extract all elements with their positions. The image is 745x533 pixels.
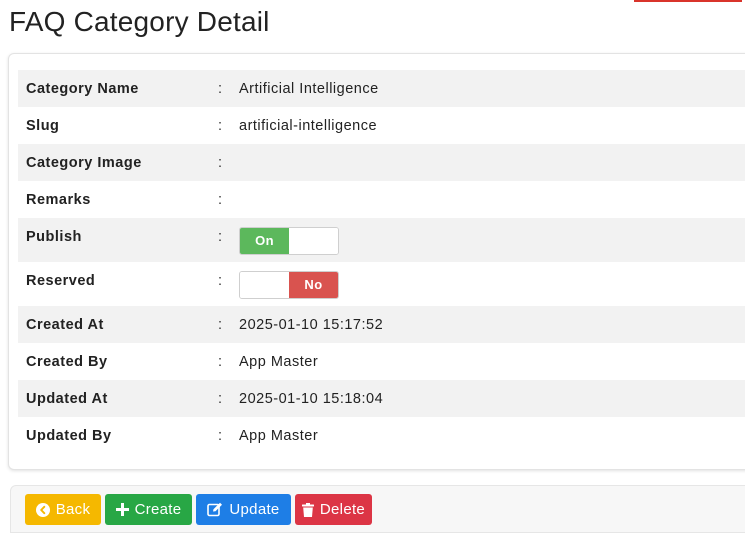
slug-label: Slug bbox=[26, 117, 60, 134]
update-button-label: Update bbox=[229, 501, 280, 518]
separator: : bbox=[218, 273, 223, 289]
updated-by-label: Updated By bbox=[26, 427, 112, 444]
slug-value: artificial-intelligence bbox=[239, 117, 378, 134]
category-name-value: Artificial Intelligence bbox=[239, 80, 379, 97]
created-by-value: App Master bbox=[239, 353, 319, 370]
publish-toggle-on: On bbox=[240, 227, 289, 254]
category-name-label: Category Name bbox=[26, 80, 139, 97]
separator: : bbox=[218, 229, 223, 245]
separator: : bbox=[218, 427, 223, 444]
detail-row-category-name: Category Name : Artificial Intelligence bbox=[18, 70, 745, 107]
detail-list: Category Name : Artificial Intelligence … bbox=[18, 70, 745, 454]
detail-card: Category Name : Artificial Intelligence … bbox=[8, 53, 745, 470]
separator: : bbox=[218, 316, 223, 333]
detail-row-remarks: Remarks : bbox=[18, 181, 745, 218]
separator: : bbox=[218, 117, 223, 134]
detail-row-reserved: Reserved : No bbox=[18, 262, 745, 306]
separator: : bbox=[218, 353, 223, 370]
detail-row-updated-by: Updated By : App Master bbox=[18, 417, 745, 454]
created-at-label: Created At bbox=[26, 316, 104, 333]
publish-toggle[interactable]: On bbox=[239, 226, 339, 255]
delete-button-label: Delete bbox=[319, 501, 366, 518]
edit-icon bbox=[207, 502, 223, 517]
detail-row-publish: Publish : On bbox=[18, 218, 745, 262]
separator: : bbox=[218, 390, 223, 407]
page-title: FAQ Category Detail bbox=[9, 6, 270, 37]
plus-icon bbox=[115, 503, 129, 516]
update-button[interactable]: Update bbox=[196, 494, 291, 525]
reserved-toggle-on-side bbox=[240, 271, 289, 298]
create-button-label: Create bbox=[134, 501, 182, 518]
updated-at-label: Updated At bbox=[26, 390, 108, 407]
back-button[interactable]: Back bbox=[25, 494, 101, 525]
delete-button[interactable]: Delete bbox=[295, 494, 372, 525]
remarks-label: Remarks bbox=[26, 191, 91, 208]
detail-row-updated-at: Updated At : 2025-01-10 15:18:04 bbox=[18, 380, 745, 417]
updated-by-value: App Master bbox=[239, 427, 319, 444]
category-image-label: Category Image bbox=[26, 154, 142, 171]
detail-row-created-by: Created By : App Master bbox=[18, 343, 745, 380]
action-bar: Back Create Update Delete bbox=[10, 485, 745, 533]
publish-toggle-off-side bbox=[289, 227, 338, 254]
reserved-toggle-no: No bbox=[289, 271, 338, 298]
detail-row-slug: Slug : artificial-intelligence bbox=[18, 107, 745, 144]
created-at-value: 2025-01-10 15:17:52 bbox=[239, 316, 384, 333]
back-button-label: Back bbox=[55, 501, 91, 518]
top-accent-bar bbox=[634, 0, 742, 2]
chevron-circle-left-icon bbox=[35, 502, 50, 517]
created-by-label: Created By bbox=[26, 353, 108, 370]
separator: : bbox=[218, 191, 223, 208]
detail-row-created-at: Created At : 2025-01-10 15:17:52 bbox=[18, 306, 745, 343]
separator: : bbox=[218, 154, 223, 171]
create-button[interactable]: Create bbox=[105, 494, 192, 525]
reserved-label: Reserved bbox=[26, 273, 96, 289]
updated-at-value: 2025-01-10 15:18:04 bbox=[239, 390, 384, 407]
reserved-toggle[interactable]: No bbox=[239, 270, 339, 299]
trash-icon bbox=[301, 502, 314, 517]
publish-label: Publish bbox=[26, 229, 82, 245]
detail-row-category-image: Category Image : bbox=[18, 144, 745, 181]
separator: : bbox=[218, 80, 223, 97]
